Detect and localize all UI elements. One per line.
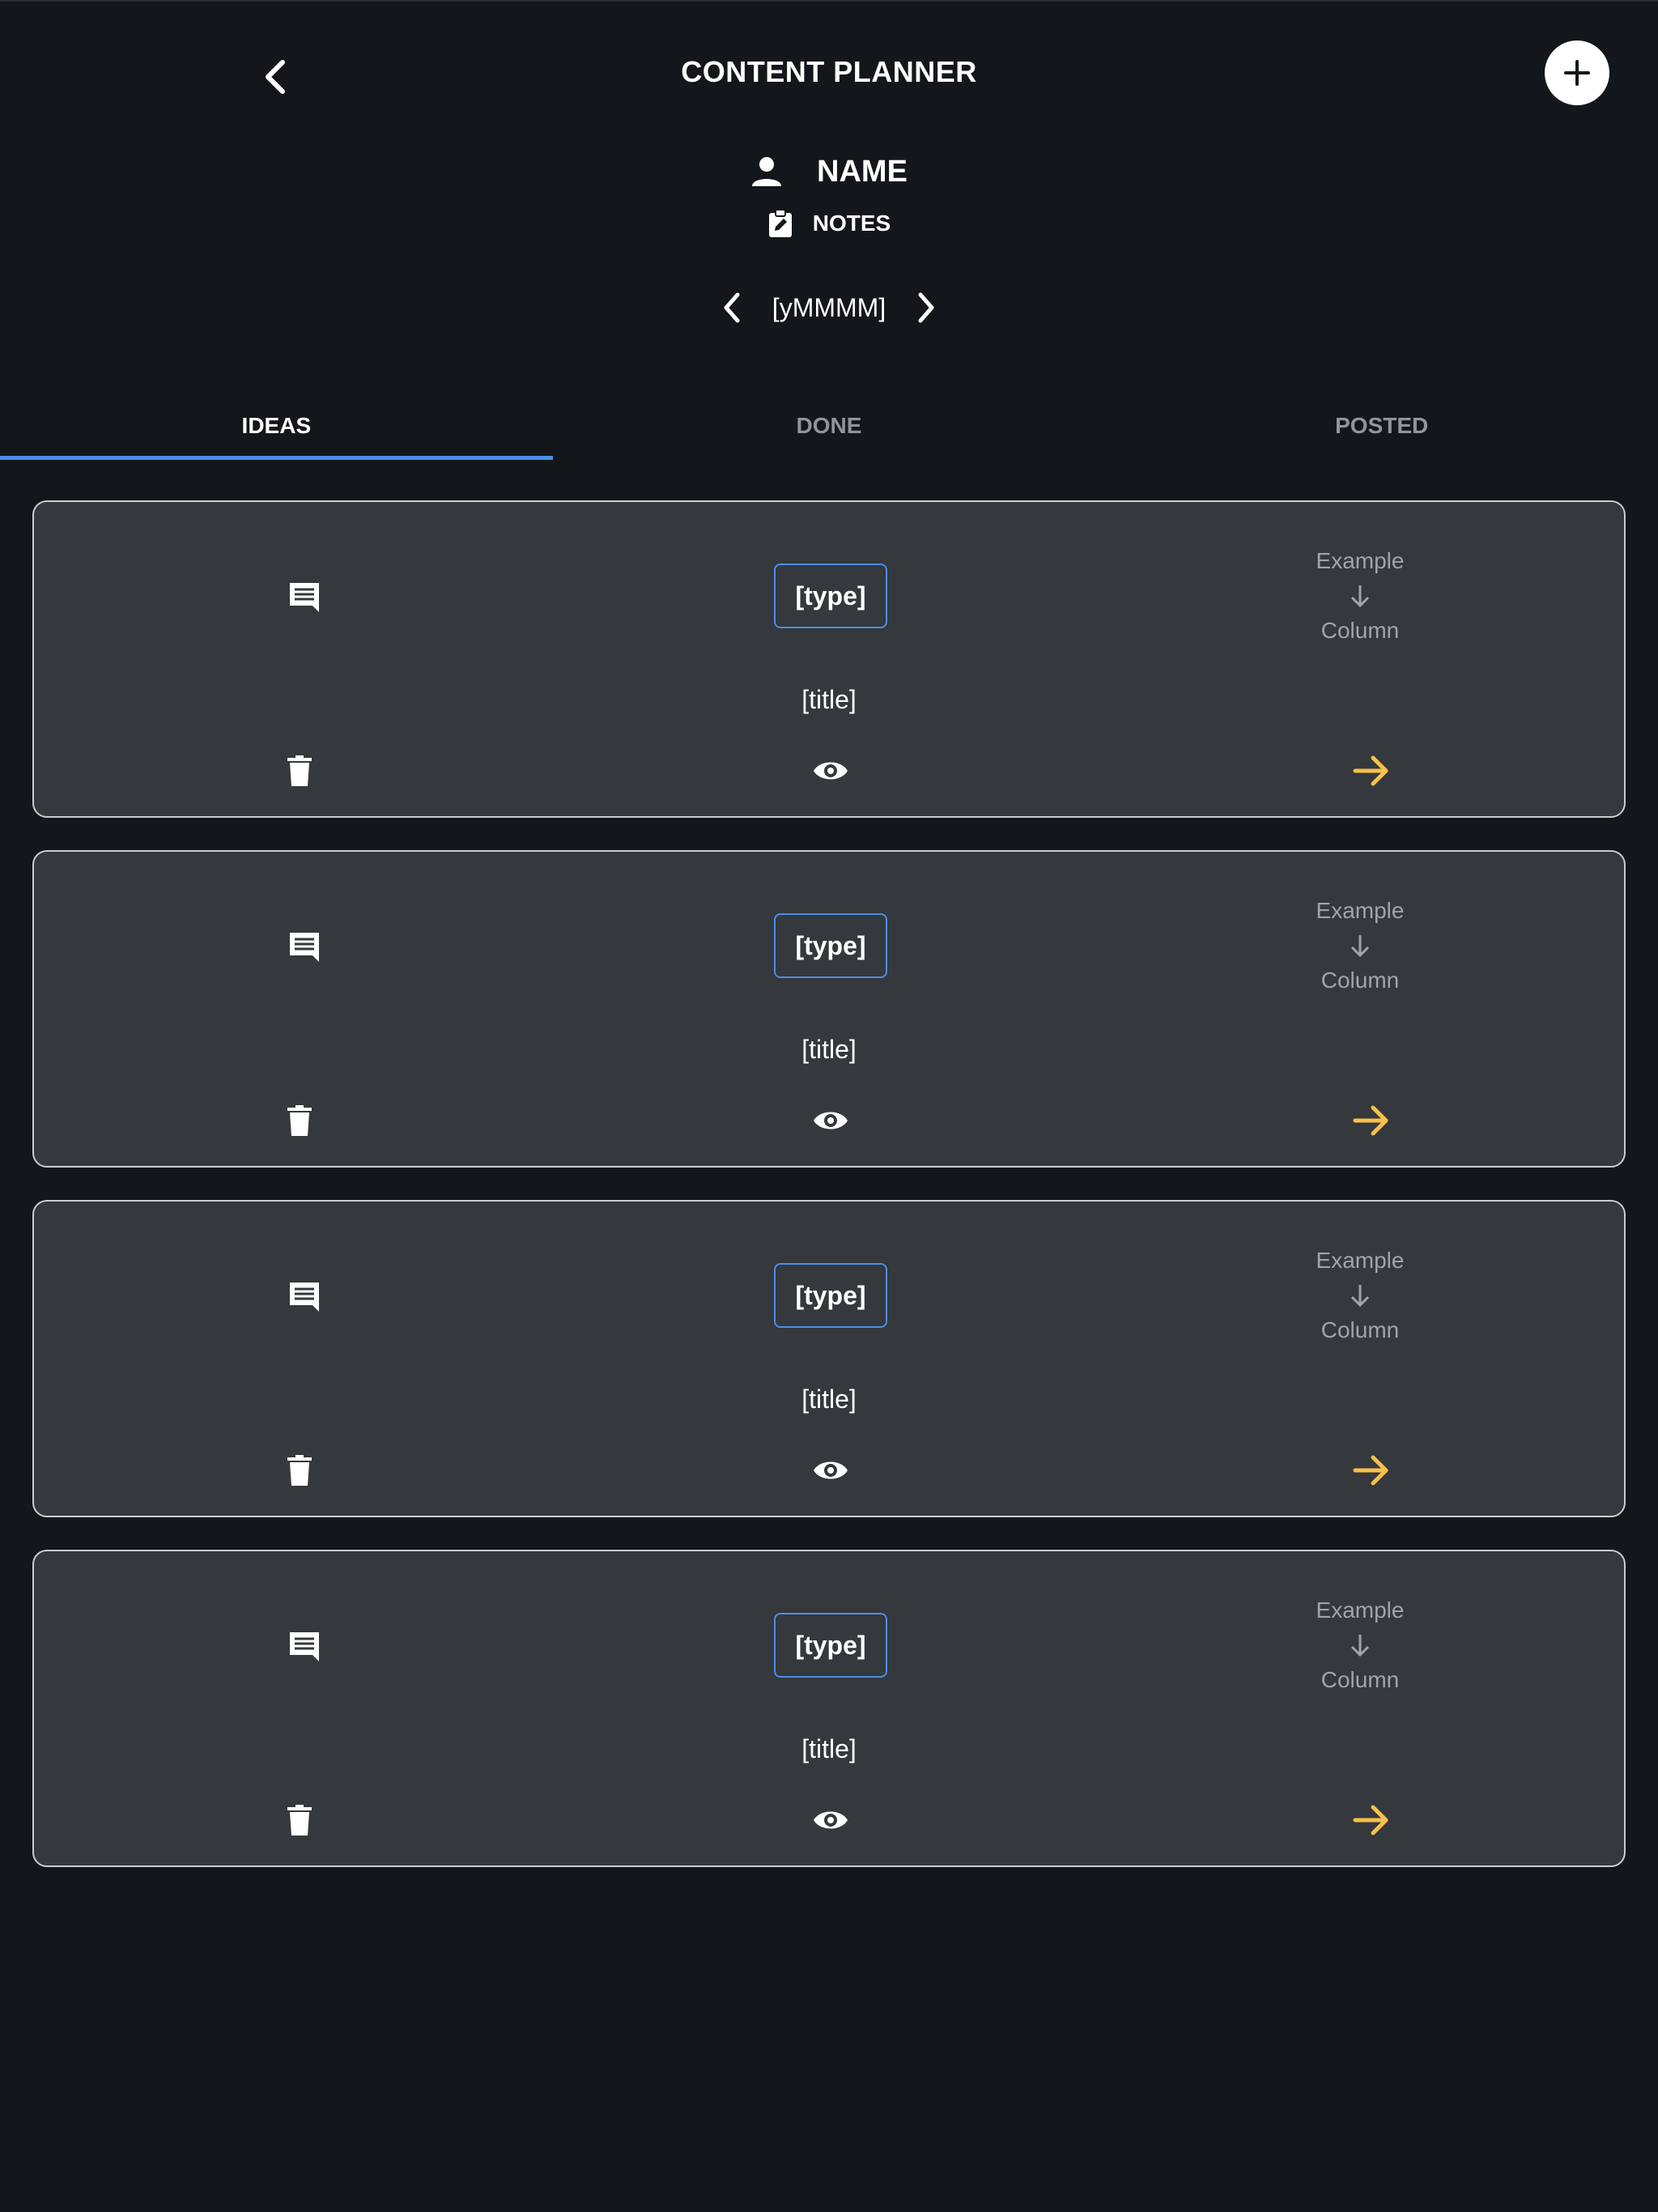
column-to-label: Column (1320, 618, 1400, 643)
delete-button[interactable] (275, 1096, 324, 1145)
tab-posted[interactable]: POSTED (1105, 392, 1658, 460)
profile-name: NAME (817, 154, 908, 189)
column-transition: Example Column (1287, 897, 1433, 994)
arrow-down-icon (1350, 585, 1370, 608)
eye-icon (814, 1112, 848, 1129)
page-title: CONTENT PLANNER (681, 55, 977, 88)
column-from-label: Example (1316, 1597, 1405, 1623)
view-button[interactable] (800, 1796, 861, 1844)
notes-label: NOTES (812, 211, 891, 236)
arrow-right-icon (1353, 1805, 1388, 1836)
chevron-left-icon (724, 292, 740, 323)
arrow-right-icon (1353, 755, 1388, 786)
column-to-label: Column (1320, 968, 1400, 993)
content-planner-screen: CONTENT PLANNER NAME NOTES [yMMMM] IDEAS… (0, 0, 1658, 2212)
tab-ideas[interactable]: IDEAS (0, 392, 553, 460)
arrow-down-icon (1350, 1285, 1370, 1308)
comment-button[interactable] (278, 572, 330, 623)
delete-button[interactable] (275, 1446, 324, 1495)
move-next-button[interactable] (1344, 745, 1399, 797)
chevron-right-icon (918, 292, 934, 323)
add-button[interactable] (1545, 40, 1609, 105)
clipboard-edit-icon (768, 209, 792, 237)
trash-icon (287, 1105, 312, 1136)
view-button[interactable] (800, 747, 861, 795)
content-type-chip[interactable]: [type] (774, 913, 887, 978)
previous-month-button[interactable] (709, 285, 755, 330)
plus-icon (1564, 60, 1590, 86)
notes-row[interactable]: NOTES (0, 207, 1658, 240)
trash-icon (287, 1805, 312, 1836)
content-type-chip[interactable]: [type] (774, 1613, 887, 1678)
card-title: [title] (801, 1035, 857, 1064)
column-from-label: Example (1316, 548, 1405, 573)
view-button[interactable] (800, 1446, 861, 1495)
trash-icon (287, 1455, 312, 1486)
status-tabs: IDEAS DONE POSTED (0, 392, 1658, 460)
comment-icon (290, 933, 319, 962)
content-type-chip[interactable]: [type] (774, 564, 887, 628)
delete-button[interactable] (275, 1796, 324, 1844)
comment-icon (290, 1632, 319, 1661)
arrow-right-icon (1353, 1455, 1388, 1486)
content-card[interactable]: [type] Example Column [title] (32, 1550, 1626, 1867)
tab-done[interactable]: DONE (553, 392, 1106, 460)
comment-button[interactable] (278, 1621, 330, 1673)
comment-button[interactable] (278, 921, 330, 973)
card-title: [title] (801, 685, 857, 714)
arrow-right-icon (1353, 1105, 1388, 1136)
comment-button[interactable] (278, 1271, 330, 1323)
column-from-label: Example (1316, 898, 1405, 923)
comment-icon (290, 1283, 319, 1312)
arrow-down-icon (1350, 935, 1370, 958)
arrow-down-icon (1350, 1635, 1370, 1657)
column-transition: Example Column (1287, 1597, 1433, 1694)
move-next-button[interactable] (1344, 1095, 1399, 1146)
next-month-button[interactable] (903, 285, 949, 330)
trash-icon (287, 755, 312, 786)
content-card-list: [type] Example Column [title] [type] Exa… (32, 500, 1626, 1899)
content-card[interactable]: [type] Example Column [title] (32, 1200, 1626, 1517)
column-to-label: Column (1320, 1317, 1400, 1342)
move-next-button[interactable] (1344, 1444, 1399, 1496)
profile-name-row: NAME (0, 151, 1658, 193)
column-transition: Example Column (1287, 1247, 1433, 1344)
month-label: [yMMMM] (772, 292, 886, 322)
content-type-chip[interactable]: [type] (774, 1263, 887, 1328)
person-icon (752, 157, 782, 186)
eye-icon (814, 1811, 848, 1829)
content-card[interactable]: [type] Example Column [title] (32, 500, 1626, 818)
move-next-button[interactable] (1344, 1794, 1399, 1846)
card-title: [title] (801, 1385, 857, 1414)
card-title: [title] (801, 1734, 857, 1763)
column-from-label: Example (1316, 1248, 1405, 1273)
comment-icon (290, 583, 319, 612)
column-transition: Example Column (1287, 547, 1433, 644)
view-button[interactable] (800, 1096, 861, 1145)
content-card[interactable]: [type] Example Column [title] (32, 850, 1626, 1168)
column-to-label: Column (1320, 1667, 1400, 1692)
eye-icon (814, 762, 848, 780)
delete-button[interactable] (275, 747, 324, 795)
month-navigator: [yMMMM] (0, 285, 1658, 330)
eye-icon (814, 1461, 848, 1479)
